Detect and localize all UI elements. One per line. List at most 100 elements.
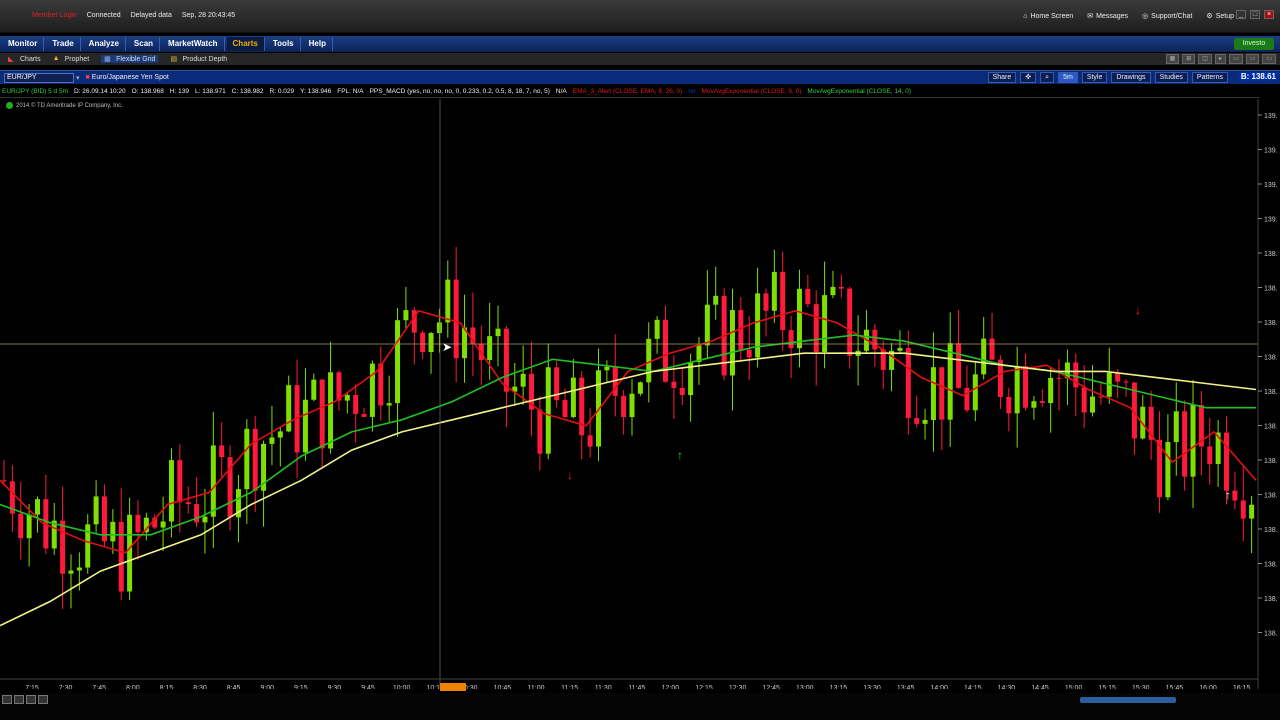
home-screen-link[interactable]: ⌂ Home Screen	[1023, 12, 1073, 20]
patterns-button[interactable]: Patterns	[1191, 72, 1228, 83]
lock-icon[interactable]: ◫	[1198, 54, 1212, 64]
member-login-link[interactable]: Member Login	[32, 12, 77, 19]
cursor-y: Y: 138.946	[300, 88, 332, 95]
candle-body	[127, 514, 133, 592]
symbol-dropdown-icon[interactable]: ▾	[76, 74, 80, 82]
tab-help[interactable]: Help	[303, 37, 333, 51]
data-status: Delayed data	[130, 12, 172, 19]
x-tick-label: 7:45	[92, 685, 106, 689]
cursor-icon[interactable]	[38, 695, 48, 704]
candle-body	[964, 387, 970, 411]
candle-body	[1190, 404, 1196, 477]
candles-layer	[1, 246, 1255, 609]
x-tick-label: 7:30	[59, 685, 73, 689]
candle-body	[1249, 504, 1255, 519]
candle-body	[177, 460, 183, 503]
subtab-charts[interactable]: ◣ Charts	[8, 55, 41, 64]
candle-body	[487, 336, 493, 360]
tab-tools[interactable]: Tools	[267, 37, 301, 51]
ema-line-red	[0, 309, 1257, 554]
subtab-flexible-grid[interactable]: ▦ Flexible Grid	[101, 55, 159, 63]
candle	[763, 288, 769, 337]
candle-body	[746, 349, 752, 358]
tab-scan[interactable]: Scan	[128, 37, 161, 51]
candle	[579, 370, 585, 460]
link-icon[interactable]: ⊞	[1182, 54, 1196, 64]
grid-button[interactable]: ▭	[1228, 54, 1243, 64]
studies-button[interactable]: Studies	[1154, 72, 1188, 83]
setup-icon: ⚙	[1206, 13, 1213, 20]
chart-scrollbar[interactable]	[1080, 697, 1176, 703]
candle-body	[604, 366, 610, 371]
tab-trade[interactable]: Trade	[46, 37, 81, 51]
candle-body	[780, 271, 786, 331]
bottom-bar	[0, 693, 1280, 720]
candle	[956, 309, 962, 389]
candle-body	[1115, 372, 1121, 382]
connection-status: Connected	[86, 12, 121, 19]
subtab-product-depth[interactable]: ▤ Product Depth	[170, 55, 227, 64]
candle	[18, 481, 24, 560]
candle-body	[1098, 396, 1104, 398]
pan-icon[interactable]	[26, 695, 36, 704]
symbol-bar: ▾ ■ Euro/Japanese Yen Spot Share ✜ ⌕ 5m …	[0, 70, 1280, 84]
candle	[905, 330, 911, 435]
candle	[1073, 353, 1079, 416]
candle-body	[353, 395, 359, 414]
thinkorswim-window: Member Login Connected Delayed data Sep,…	[0, 0, 1280, 720]
candle-body	[1207, 446, 1213, 465]
signal-arrow-icon: ↓	[1135, 303, 1141, 317]
candle-body	[344, 395, 350, 401]
messages-link[interactable]: ✉ Messages	[1087, 12, 1128, 21]
candle-body	[729, 310, 735, 376]
reset-button[interactable]: ▭	[1262, 54, 1276, 64]
candle-body	[704, 304, 710, 346]
tab-marketwatch[interactable]: MarketWatch	[162, 37, 225, 51]
candle	[939, 367, 945, 451]
tab-charts[interactable]: Charts	[226, 37, 265, 51]
candle	[1207, 417, 1213, 485]
candle	[361, 407, 367, 417]
y-tick-label: 138.	[1264, 562, 1278, 569]
candle-body	[160, 521, 166, 528]
close-button[interactable]: ×	[1264, 10, 1274, 19]
y-tick-label: 138.	[1264, 424, 1278, 431]
style-button[interactable]: Style	[1081, 72, 1108, 83]
signal-arrow-icon: ↓	[567, 468, 573, 482]
zoom-out-icon[interactable]	[14, 695, 24, 704]
candle	[85, 514, 91, 574]
bar-open: O: 138.968	[131, 88, 164, 95]
candle	[428, 331, 434, 374]
minimize-button[interactable]: _	[1236, 10, 1246, 19]
aggregation-button[interactable]: 5m	[1058, 72, 1078, 83]
zoom-icon[interactable]: ⌕	[1040, 72, 1055, 83]
candle	[93, 480, 99, 533]
layout-icon[interactable]: ▦	[1165, 54, 1180, 64]
price-chart[interactable]: 139. 139. 139. 139. 138. 138. 138. 138. 138. 138.…	[0, 99, 1280, 689]
candle	[713, 266, 719, 320]
candle	[830, 270, 836, 299]
crosshair-icon[interactable]: ✜	[1020, 72, 1037, 83]
tab-monitor[interactable]: Monitor	[2, 37, 45, 51]
setup-link[interactable]: ⚙ Setup	[1206, 12, 1234, 21]
candle-body	[219, 445, 225, 458]
bar-close: C: 138.982	[231, 88, 264, 95]
drawings-button[interactable]: Drawings	[1111, 72, 1151, 83]
candle	[495, 305, 501, 367]
candle	[914, 395, 920, 428]
tab-analyze[interactable]: Analyze	[83, 37, 126, 51]
main-tab-bar: Monitor Trade Analyze Scan MarketWatch C…	[0, 36, 1280, 52]
candle	[1081, 365, 1087, 429]
symbol-input[interactable]	[4, 72, 74, 83]
share-button[interactable]: Share	[987, 72, 1017, 83]
subtab-prophet[interactable]: ▲ Prophet	[53, 55, 90, 63]
symbol-button[interactable]: ▭	[1245, 54, 1260, 64]
support-chat-link[interactable]: ◎ Support/Chat	[1142, 12, 1192, 21]
investools-button[interactable]: Investo	[1234, 38, 1274, 50]
play-icon[interactable]: ▸	[1214, 54, 1226, 64]
candle-body	[18, 513, 24, 539]
candle	[1031, 395, 1037, 420]
x-tick-label: 11:00	[528, 685, 545, 689]
maximize-button[interactable]: □	[1250, 10, 1260, 19]
zoom-in-icon[interactable]	[2, 695, 12, 704]
